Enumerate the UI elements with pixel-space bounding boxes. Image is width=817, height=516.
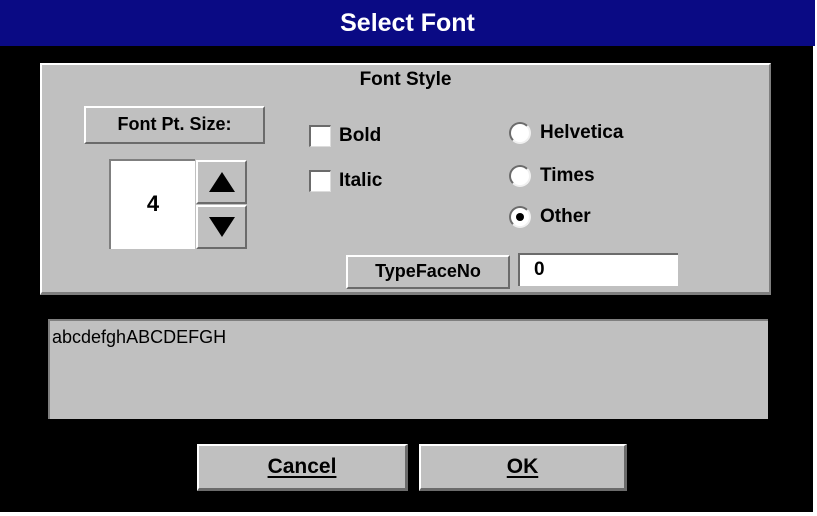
font-size-label: Font Pt. Size: <box>84 106 265 144</box>
italic-label: Italic <box>339 170 383 191</box>
cancel-button[interactable]: Cancel <box>197 444 408 491</box>
bold-label: Bold <box>339 125 382 146</box>
times-radio-row[interactable]: Times <box>509 165 595 187</box>
dialog-title: Select Font <box>0 0 815 46</box>
bold-checkbox[interactable] <box>309 125 331 147</box>
ok-button[interactable]: OK <box>419 444 627 491</box>
font-preview: abcdefghABCDEFGH <box>48 319 768 419</box>
font-style-groupbox: Font Style Font Pt. Size: 4 Bold Italic … <box>40 63 771 295</box>
up-arrow-icon <box>208 172 235 192</box>
spin-up-button[interactable] <box>196 160 247 204</box>
font-size-value[interactable]: 4 <box>109 159 195 249</box>
down-arrow-icon <box>208 217 235 237</box>
spin-down-button[interactable] <box>196 205 247 249</box>
times-label: Times <box>540 165 595 186</box>
bold-checkbox-row[interactable]: Bold <box>309 125 381 147</box>
helvetica-radio-row[interactable]: Helvetica <box>509 122 623 144</box>
font-style-legend: Font Style <box>359 69 452 90</box>
times-radio[interactable] <box>509 165 531 187</box>
other-radio-row[interactable]: Other <box>509 206 591 228</box>
typeface-no-label: TypeFaceNo <box>346 255 510 289</box>
italic-checkbox-row[interactable]: Italic <box>309 170 382 192</box>
other-label: Other <box>540 206 591 227</box>
select-font-dialog: Select Font Font Style Font Pt. Size: 4 … <box>0 0 815 514</box>
other-radio[interactable] <box>509 206 531 228</box>
helvetica-label: Helvetica <box>540 122 624 143</box>
typeface-no-input[interactable]: 0 <box>518 253 678 286</box>
italic-checkbox[interactable] <box>309 170 331 192</box>
helvetica-radio[interactable] <box>509 122 531 144</box>
